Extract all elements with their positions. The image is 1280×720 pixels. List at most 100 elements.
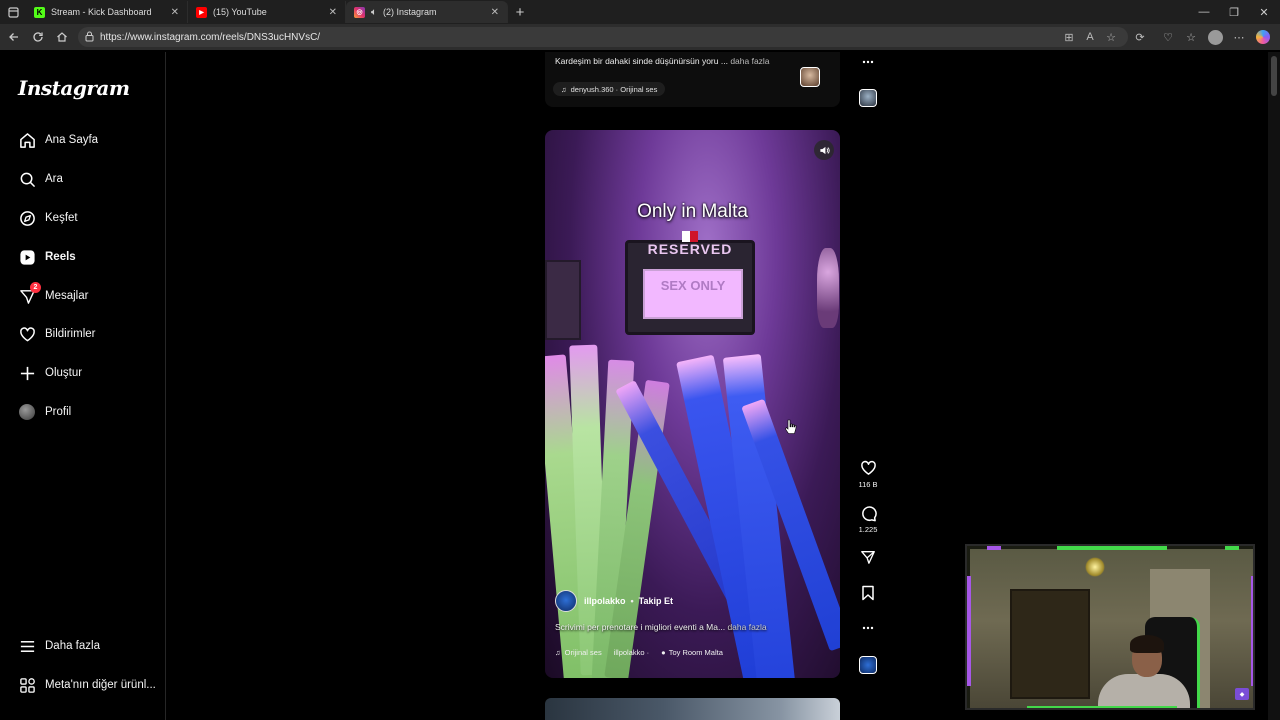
new-tab-button[interactable]: + [508, 0, 532, 24]
avatar[interactable] [555, 590, 577, 612]
location-pill[interactable]: ● Toy Room Malta [661, 648, 723, 657]
save-bookmark-icon[interactable] [858, 583, 878, 603]
sidebar-item-meta[interactable]: Meta'nın diğer ürünl... [18, 673, 156, 697]
sidebar-item-messages[interactable]: 2 Mesajlar [18, 282, 88, 308]
separator: • [630, 596, 634, 606]
decoration [817, 248, 839, 328]
page-scrollbar[interactable] [1268, 52, 1280, 720]
webcam-overlay: ◆ [965, 544, 1255, 710]
next-reel-preview[interactable] [545, 698, 840, 720]
lock-icon [85, 31, 94, 42]
restore-button[interactable]: ❐ [1218, 0, 1250, 24]
tab-title: (15) YouTube [213, 7, 267, 17]
sidebar-item-label: Profil [45, 406, 72, 418]
favorites-icon[interactable]: ☆ [1181, 27, 1201, 47]
reload-button[interactable] [26, 25, 50, 49]
frame-accent [1027, 706, 1177, 708]
sidebar-item-label: Keşfet [45, 212, 78, 224]
scrollbar-thumb[interactable] [1271, 56, 1277, 96]
bookshelf [1010, 589, 1090, 699]
person-body [1098, 674, 1190, 708]
location-pin-icon: ● [661, 648, 666, 657]
speaker-icon[interactable]: 🔈︎ [371, 7, 377, 18]
previous-reel[interactable]: Kardeşim bir dahaki sinde düşünürsün yor… [545, 52, 840, 107]
caption-text: Scrivimi per prenotare i migliori eventi… [555, 622, 726, 632]
sidebar-item-more[interactable]: Daha fazla [18, 634, 100, 658]
copilot-icon[interactable] [1253, 27, 1273, 47]
sidebar-item-reels[interactable]: Reels [18, 245, 76, 269]
url-field[interactable]: https://www.instagram.com/reels/DNS3ucHN… [78, 27, 1128, 47]
tab-actions-icon[interactable] [0, 0, 26, 24]
music-note-icon: ♫ [561, 84, 567, 94]
extensions-icon[interactable]: ⟳ [1130, 27, 1150, 47]
audio-user[interactable]: illpolakko · [614, 648, 649, 657]
sidebar-item-explore[interactable]: Keşfet [18, 206, 78, 230]
frame-accent [1251, 576, 1253, 686]
tab-youtube[interactable]: ▶ (15) YouTube ✕ [188, 1, 346, 23]
profile-icon[interactable] [1205, 27, 1225, 47]
sidebar-item-create[interactable]: Oluştur [18, 361, 82, 385]
audio-thumbnail[interactable] [800, 67, 820, 87]
frame-accent [1057, 546, 1167, 550]
favorite-star-icon[interactable]: ☆ [1101, 27, 1121, 47]
wall-sign-left [545, 260, 581, 340]
more-link[interactable]: daha fazla [730, 56, 769, 66]
more-options-icon[interactable] [858, 52, 878, 72]
read-aloud-icon[interactable]: A [1080, 27, 1100, 47]
messages-icon: 2 [18, 282, 41, 305]
webcam-feed [970, 549, 1253, 708]
reels-icon [18, 248, 36, 266]
instagram-logo[interactable]: Instagram [18, 76, 130, 100]
audio-label: Orijinal ses [564, 648, 602, 657]
sidebar-item-notifications[interactable]: Bildirimler [18, 322, 95, 346]
close-icon[interactable]: ✕ [491, 7, 499, 18]
audio-pill[interactable]: ♫ Orijinal ses [555, 648, 602, 657]
person-hair [1130, 635, 1164, 653]
close-icon[interactable]: ✕ [329, 7, 337, 18]
sidebar-item-label: Ara [45, 173, 63, 185]
more-menu-icon[interactable]: ⋯ [1229, 27, 1249, 47]
location-label: Toy Room Malta [668, 648, 723, 657]
close-icon[interactable]: ✕ [171, 7, 179, 18]
sign-top-text: RESERVED [647, 241, 733, 257]
frame-accent [967, 576, 971, 686]
sidebar-item-search[interactable]: Ara [18, 167, 63, 191]
volume-button[interactable] [814, 140, 834, 160]
sidebar-item-home[interactable]: Ana Sayfa [18, 128, 98, 152]
like-heart-icon[interactable] [858, 458, 878, 478]
browser-essentials-icon[interactable]: ♡ [1158, 27, 1178, 47]
tab-instagram[interactable]: ◎ 🔈︎ (2) Instagram ✕ [346, 1, 508, 23]
sidebar-item-label: Oluştur [45, 367, 83, 379]
apps-icon[interactable]: ⊞ [1059, 27, 1079, 47]
close-window-button[interactable]: ✕ [1248, 0, 1280, 24]
youtube-icon: ▶ [196, 6, 207, 18]
audio-pill[interactable]: ♫ denyush.360 · Orijinal ses [553, 82, 666, 96]
share-icon[interactable] [858, 547, 878, 567]
audio-thumbnail[interactable] [859, 656, 877, 674]
sidebar-item-label: Daha fazla [45, 640, 100, 652]
sidebar-item-profile[interactable]: Profil [18, 400, 71, 424]
audio-thumbnail[interactable] [859, 89, 877, 107]
home-button[interactable] [50, 25, 74, 49]
ceiling-lamp [1085, 557, 1105, 577]
more-options-icon[interactable] [858, 618, 878, 638]
username[interactable]: illpolakko [584, 596, 626, 606]
back-button[interactable] [2, 25, 26, 49]
follow-button[interactable]: Takip Et [639, 596, 673, 606]
tab-kick[interactable]: K Stream - Kick Dashboard ✕ [26, 1, 188, 23]
reel-video[interactable]: RESERVED SEX ONLY Only in Malta illpolak… [545, 130, 840, 678]
comment-icon[interactable] [858, 503, 878, 523]
reel-caption[interactable]: Kardeşim bir dahaki sinde düşünürsün yor… [555, 56, 770, 66]
reel-caption[interactable]: Scrivimi per prenotare i migliori eventi… [555, 622, 767, 632]
avatar [18, 403, 36, 421]
channel-logo-icon: ◆ [1235, 688, 1249, 700]
notification-badge: 2 [30, 282, 41, 293]
more-link[interactable]: daha fazla [727, 622, 766, 632]
grid-icon [18, 676, 36, 694]
reel-author: illpolakko • Takip Et [555, 590, 673, 612]
sidebar-item-label: Meta'nın diğer ürünl... [45, 679, 156, 691]
caption-text: Kardeşim bir dahaki sinde düşünürsün yor… [555, 56, 728, 66]
kick-icon: K [34, 6, 45, 18]
minimize-button[interactable]: — [1188, 0, 1220, 24]
audio-label: denyush.360 · Orijinal ses [570, 84, 658, 94]
